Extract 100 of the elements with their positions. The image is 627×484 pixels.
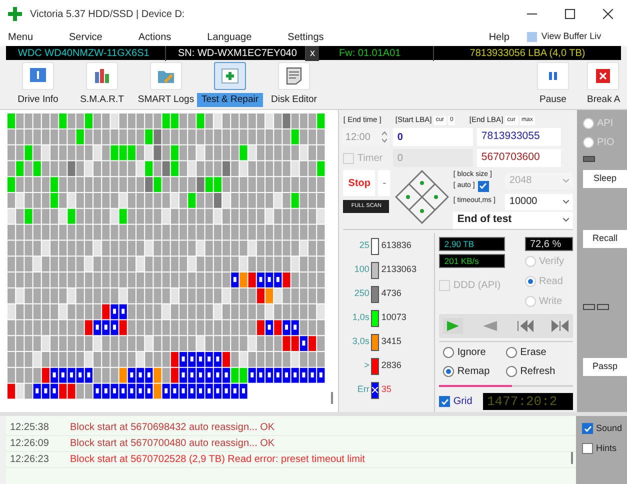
app-logo-icon	[8, 7, 22, 21]
threshold-label: 25	[358, 239, 370, 252]
view-buffer-checkbox[interactable]	[527, 32, 538, 42]
document-icon	[284, 66, 304, 86]
pio-radio[interactable]	[583, 137, 594, 148]
threshold-label: Err	[356, 383, 370, 396]
legend-count: 35	[381, 383, 392, 396]
legend-count: 613836	[381, 239, 412, 252]
spinner-icon	[382, 131, 388, 143]
indicator-icon	[597, 304, 609, 310]
reverse-icon[interactable]	[480, 319, 499, 333]
play-icon[interactable]	[443, 318, 464, 334]
stop-dropdown-button[interactable]: -	[378, 170, 390, 196]
action-radio[interactable]	[443, 347, 454, 358]
timeout-select[interactable]: 10000	[505, 194, 573, 210]
log-option-label: Hints	[596, 442, 617, 454]
action-label: Refresh	[520, 365, 556, 379]
menu-item[interactable]: Service	[69, 30, 102, 44]
api-radio[interactable]	[583, 118, 594, 129]
action-radio[interactable]	[443, 366, 454, 377]
current-lba-field[interactable]: 5670703600	[477, 149, 562, 167]
log-message: Block start at 5670702528 (2,9 TB) Read error: preset timeout limit	[69, 453, 365, 467]
toolbar-tab[interactable]: Disk Editor	[262, 62, 326, 107]
legend-count: 4736	[381, 287, 402, 300]
action-radio[interactable]	[506, 347, 518, 358]
pause-button[interactable]: Pause	[523, 62, 583, 107]
threshold-label: >	[363, 359, 370, 372]
position-display: 2,90 TB	[439, 237, 506, 251]
auto-checkbox[interactable]	[478, 180, 489, 192]
stop-button[interactable]: Stop	[343, 170, 376, 196]
legend-count: 10073	[381, 311, 406, 324]
log-message: Block start at 5670698432 auto reassign... OK	[69, 421, 275, 435]
threshold-label: 3,0s	[351, 335, 370, 348]
action-label: Remap	[457, 365, 490, 379]
start-lba-field[interactable]: 0	[393, 128, 474, 146]
mode-label: Read	[539, 275, 563, 289]
toolbar-tab[interactable]: Test & Repair	[198, 62, 262, 107]
threshold-label: 100	[353, 263, 370, 276]
chevron-down-icon	[563, 200, 569, 204]
threshold-label: 1,0s	[351, 311, 370, 324]
menu-item[interactable]: Language	[207, 30, 252, 44]
grid-label: Grid	[453, 395, 472, 409]
menu-item[interactable]: Help	[488, 30, 510, 44]
view-buffer-label: View Buffer Liv	[541, 30, 602, 44]
log-message: Block start at 5670700480 auto reassign... OK	[69, 437, 275, 451]
window-title: Victoria 5.37 HDD/SSD | Device D:	[30, 8, 185, 22]
action-label: Ignore	[457, 346, 486, 360]
ddd-checkbox[interactable]	[439, 280, 450, 291]
close-icon	[596, 68, 610, 83]
chevron-down-icon	[563, 218, 569, 222]
action-radio[interactable]	[506, 366, 518, 377]
drive-model: WDC WD40NMZW-11GX6S1	[6, 46, 166, 60]
passp-button[interactable]: Passp	[583, 358, 627, 376]
log-option-checkbox[interactable]	[582, 423, 593, 434]
direction-pad-icon[interactable]	[395, 170, 450, 224]
skip-end-icon[interactable]	[550, 319, 569, 333]
maximize-icon	[565, 9, 575, 19]
threshold-label: 250	[353, 287, 370, 300]
log-option-label: Sound	[596, 422, 622, 435]
recall-button[interactable]: Recall	[583, 230, 627, 248]
scrollbar-handle[interactable]	[571, 452, 573, 464]
legend-count: 3415	[381, 335, 402, 348]
log-time: 12:26:23	[9, 453, 50, 467]
menu-item[interactable]: Menu	[8, 30, 34, 44]
indicator-icon	[583, 156, 595, 162]
log-time: 12:26:09	[9, 437, 50, 451]
mode-radio[interactable]	[525, 256, 536, 267]
menu-item[interactable]: Actions	[138, 30, 172, 44]
menu-item[interactable]: Settings	[288, 30, 324, 44]
pause-icon	[548, 70, 558, 81]
end-action-select[interactable]: End of test	[453, 212, 573, 228]
legend-count: 2836	[381, 359, 402, 372]
serial-close-button[interactable]: x	[306, 46, 319, 60]
mode-label: Verify	[539, 255, 564, 269]
timer-checkbox[interactable]	[343, 152, 354, 164]
toolbar-tab[interactable]: S.M.A.R.T	[70, 62, 134, 107]
log-time: 12:25:38	[9, 421, 50, 435]
skip-back-icon[interactable]	[516, 319, 534, 333]
action-label: Erase	[520, 346, 546, 360]
grid-checkbox[interactable]	[439, 396, 450, 407]
scrollbar-handle[interactable]	[330, 392, 333, 404]
elapsed-time-display: 1477:20:2	[483, 393, 573, 410]
percent-display: 72,6 %	[525, 237, 573, 251]
timer-label: Timer	[357, 152, 383, 166]
log-option-checkbox[interactable]	[582, 442, 593, 454]
mode-radio[interactable]	[525, 296, 536, 307]
toolbar-tab[interactable]: Drive Info	[6, 62, 70, 107]
end-lba-field[interactable]: 7813933055	[477, 128, 562, 146]
indicator-icon	[583, 304, 595, 310]
legend-count: 2133063	[381, 263, 416, 276]
mode-radio[interactable]	[525, 276, 536, 287]
mode-label: Write	[539, 295, 562, 309]
plus-icon	[220, 66, 240, 86]
sleep-button[interactable]: Sleep	[583, 170, 627, 188]
speed-display: 201 KB/s	[439, 254, 506, 268]
firmware-version: Fw: 01.01A01	[319, 46, 434, 60]
toolbar-tab[interactable]: SMART Logs	[134, 62, 198, 107]
close-icon	[603, 9, 613, 19]
chevron-down-icon	[563, 178, 569, 183]
ddd-label: DDD (API)	[453, 279, 501, 293]
